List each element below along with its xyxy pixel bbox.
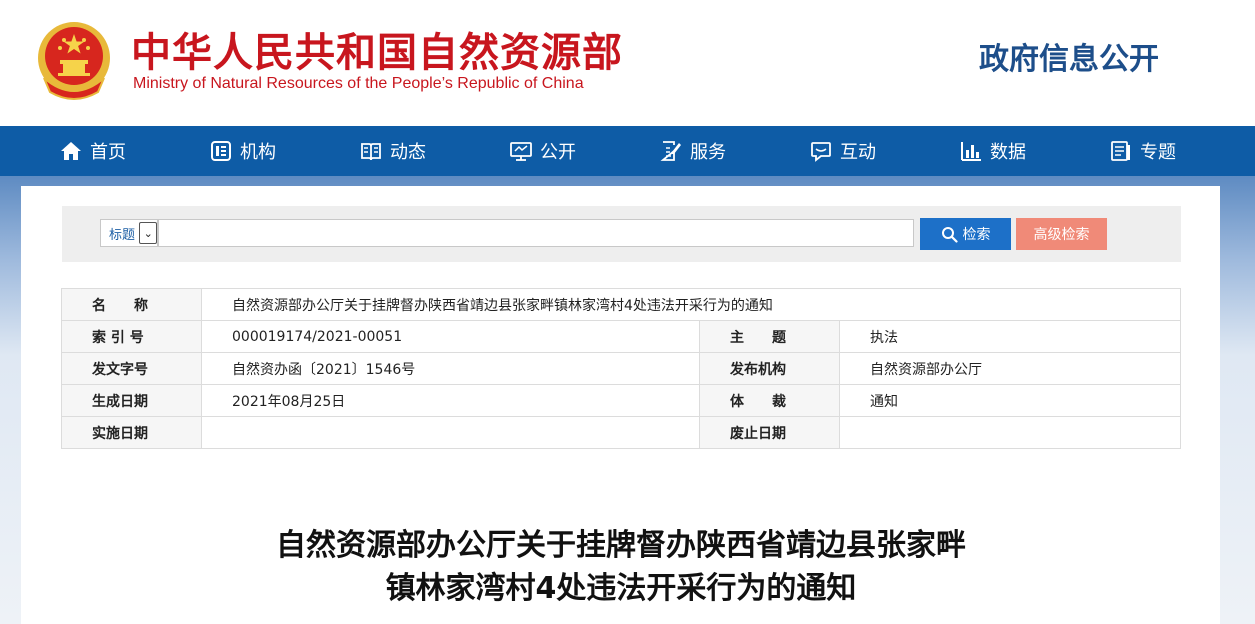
table-row: 发文字号 自然资办函〔2021〕1546号 发布机构 自然资源部办公厅 — [61, 352, 1181, 385]
home-icon — [61, 142, 81, 160]
date-value: 2021年08月25日 — [201, 384, 700, 417]
nav-item-label: 机构 — [240, 142, 276, 163]
nav-item-label: 互动 — [840, 142, 876, 163]
search-button[interactable]: 检索 — [920, 218, 1011, 250]
book-icon — [361, 143, 381, 161]
nav-item-label: 动态 — [390, 142, 426, 163]
genre-value: 通知 — [839, 384, 1181, 417]
search-input[interactable] — [158, 219, 914, 247]
ministry-name-cn[interactable]: 中华人民共和国自然资源部 — [131, 20, 623, 78]
docno-label: 发文字号 — [61, 352, 202, 385]
table-row: 生成日期 2021年08月25日 体 裁 通知 — [61, 384, 1181, 417]
document-title-line1: 自然资源部办公厅关于挂牌督办陕西省靖边县张家畔 — [276, 528, 966, 563]
effective-label: 实施日期 — [61, 416, 202, 449]
table-row: 索 引 号 000019174/2021-00051 主 题 执法 — [61, 320, 1181, 353]
nav-item-label: 服务 — [690, 142, 726, 163]
table-row: 实施日期 废止日期 — [61, 416, 1181, 449]
section-title[interactable]: 政府信息公开 — [979, 34, 1159, 78]
nav-item-label: 专题 — [1140, 142, 1176, 163]
docno-value: 自然资办函〔2021〕1546号 — [201, 352, 700, 385]
advanced-search-button[interactable]: 高级检索 — [1016, 218, 1107, 250]
document-metadata-table: 名 称 自然资源部办公厅关于挂牌督办陕西省靖边县张家畔镇林家湾村4处违法开采行为… — [61, 288, 1181, 449]
effective-value — [201, 416, 700, 449]
expiry-value — [839, 416, 1181, 449]
subject-value: 执法 — [839, 320, 1181, 353]
table-row: 名 称 自然资源部办公厅关于挂牌督办陕西省靖边县张家畔镇林家湾村4处违法开采行为… — [61, 288, 1181, 321]
document-icon — [1111, 141, 1130, 161]
nav-item-service[interactable]: 服务 — [660, 126, 726, 176]
search-field-selected: 标题 — [109, 227, 136, 243]
bar-chart-icon — [961, 142, 981, 161]
date-label: 生成日期 — [61, 384, 202, 417]
name-label: 名 称 — [61, 288, 202, 321]
ministry-name-en[interactable]: Ministry of Natural Resources of the Peo… — [133, 75, 584, 93]
national-emblem-icon — [38, 22, 110, 100]
name-value: 自然资源部办公厅关于挂牌督办陕西省靖边县张家畔镇林家湾村4处违法开采行为的通知 — [201, 288, 1181, 321]
advanced-search-label: 高级检索 — [1033, 227, 1090, 243]
nav-item-home[interactable]: 首页 — [60, 126, 126, 176]
document-title-line2: 镇林家湾村4处违法开采行为的通知 — [385, 571, 857, 606]
index-label: 索 引 号 — [61, 320, 202, 353]
issuer-value: 自然资源部办公厅 — [839, 352, 1181, 385]
nav-item-label: 首页 — [90, 142, 126, 163]
main-nav: 首页 机构 动态 公开 服务 互动 数据 专题 — [0, 126, 1255, 176]
genre-label: 体 裁 — [699, 384, 840, 417]
org-icon — [211, 141, 231, 161]
nav-item-open[interactable]: 公开 — [510, 126, 576, 176]
monitor-icon — [510, 142, 532, 161]
document-title: 自然资源部办公厅关于挂牌督办陕西省靖边县张家畔 镇林家湾村4处违法开采行为的通知 — [0, 524, 1242, 610]
index-value: 000019174/2021-00051 — [201, 320, 700, 353]
nav-item-org[interactable]: 机构 — [210, 126, 276, 176]
chat-icon — [811, 142, 831, 162]
nav-item-label: 数据 — [990, 142, 1026, 163]
search-icon — [941, 226, 958, 243]
nav-item-news[interactable]: 动态 — [360, 126, 426, 176]
nav-item-interact[interactable]: 互动 — [810, 126, 876, 176]
expiry-label: 废止日期 — [699, 416, 840, 449]
nav-item-data[interactable]: 数据 — [960, 126, 1026, 176]
nav-item-topic[interactable]: 专题 — [1110, 126, 1176, 176]
search-field-select[interactable]: 标题 ⌄ — [100, 219, 158, 247]
edit-doc-icon — [660, 141, 681, 161]
subject-label: 主 题 — [699, 320, 840, 353]
nav-item-label: 公开 — [540, 142, 576, 163]
search-button-label: 检索 — [962, 227, 991, 243]
issuer-label: 发布机构 — [699, 352, 840, 385]
site-header: 中华人民共和国自然资源部 Ministry of Natural Resourc… — [0, 0, 1255, 126]
chevron-down-icon[interactable]: ⌄ — [139, 222, 157, 244]
